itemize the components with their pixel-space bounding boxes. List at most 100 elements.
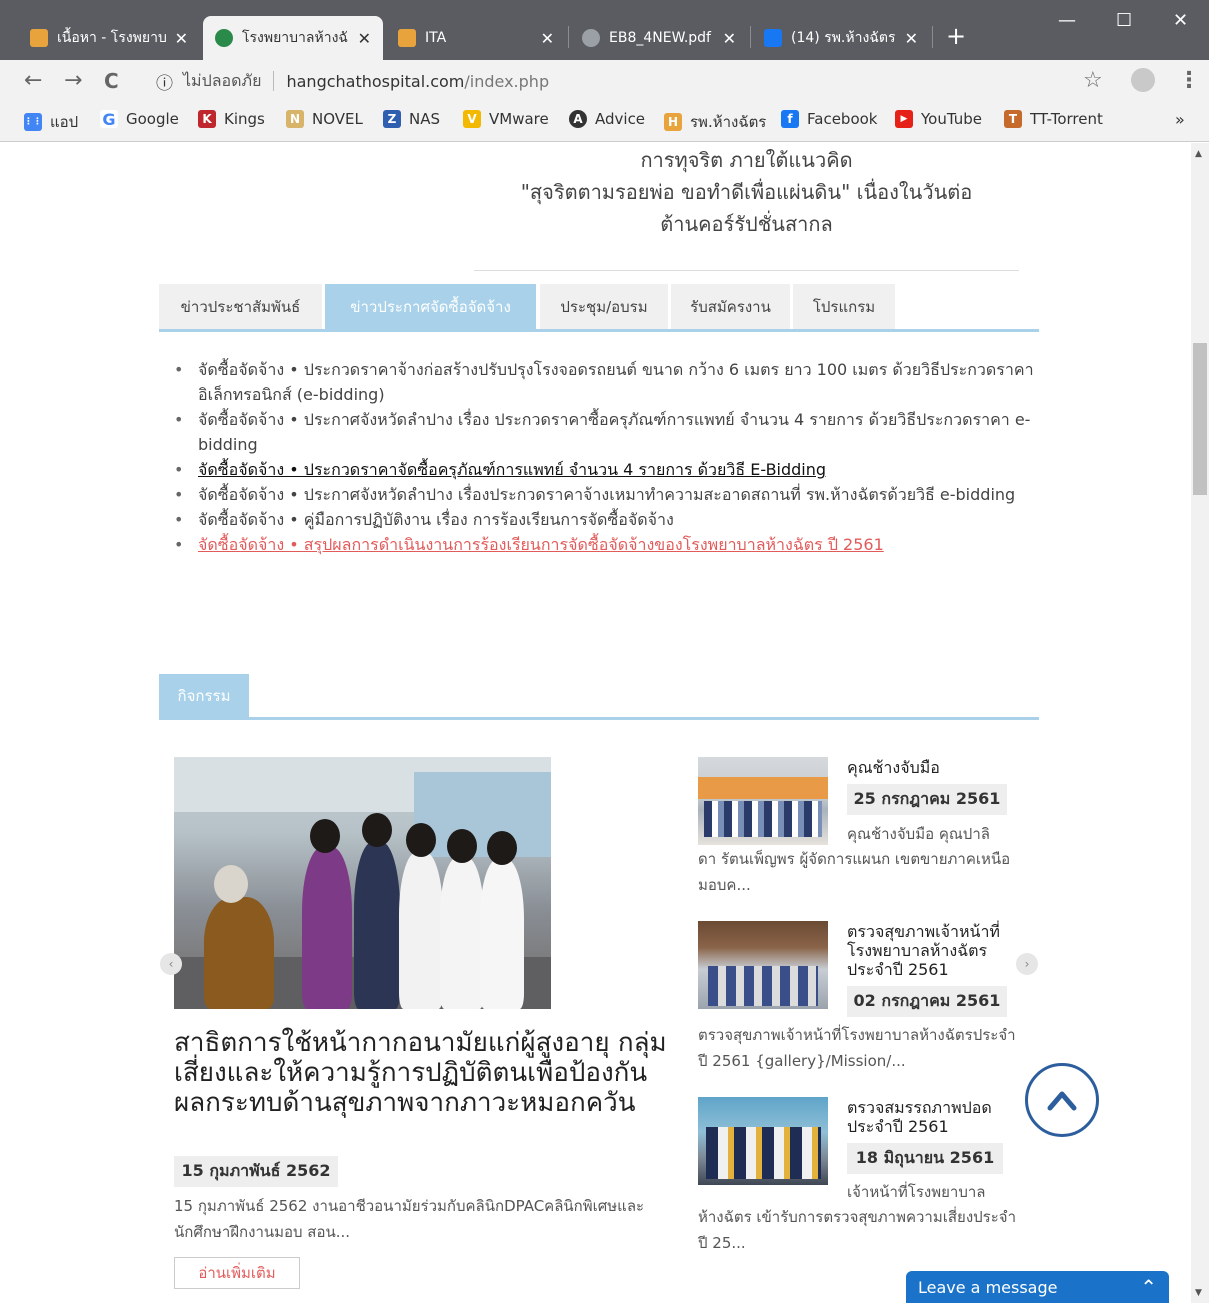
tab-pr-news[interactable]: ข่าวประชาสัมพันธ์ [159, 284, 323, 329]
bookmark-label: Facebook [807, 110, 878, 128]
intro-line-3: ต้านคอร์รัปชั่นสากล [660, 212, 833, 236]
maximize-button[interactable]: ☐ [1116, 10, 1132, 31]
bookmark-label: TT-Torrent [1030, 110, 1103, 128]
tab-close-icon[interactable]: ✕ [175, 29, 188, 48]
side-activity-excerpt: ดา รัตนเพ็ญพร ผู้จัดการแผนก เขตขายภาคเหน… [698, 850, 1011, 894]
reload-button[interactable]: C [104, 69, 119, 93]
bookmark-label: NAS [409, 110, 441, 128]
photo-head [487, 831, 517, 865]
bookmark-vmware[interactable]: V VMware [463, 110, 549, 128]
side-activity-excerpt: ห้างฉัตร เข้ารับการตรวจสุขภาพความเสี่ยงป… [698, 1208, 1016, 1252]
news-link[interactable]: จัดซื้อจัดจ้าง • สรุปผลการดำเนินงานการร้… [198, 535, 884, 554]
news-link[interactable]: จัดซื้อจัดจ้าง • คู่มือการปฏิบัติงาน เรื… [198, 510, 674, 529]
tab-close-icon[interactable]: ✕ [905, 29, 918, 48]
procurement-news-list: จัดซื้อจัดจ้าง • ประกวดราคาจ้างก่อสร้างป… [174, 357, 1039, 557]
bookmark-label: Advice [595, 110, 646, 128]
facebook-favicon-icon [764, 29, 782, 47]
news-link[interactable]: จัดซื้อจัดจ้าง • ประกาศจังหวัดลำปาง เรื่… [198, 485, 1015, 504]
bookmark-label: VMware [489, 110, 549, 128]
side-activity-title[interactable]: คุณช้างจับมือ [847, 758, 1017, 777]
bookmark-label: รพ.ห้างฉัตร [690, 113, 767, 131]
pdf-favicon-icon [582, 29, 600, 47]
browser-menu-icon[interactable]: ⋮ [1178, 68, 1200, 93]
back-to-top-button[interactable] [1025, 1063, 1099, 1137]
chevron-up-icon: ⌃ [1140, 1275, 1157, 1299]
browser-tab[interactable]: เนื้อหา - โรงพยาบ ✕ [18, 16, 200, 60]
browser-tab[interactable]: EB8_4NEW.pdf ✕ [570, 16, 748, 60]
forward-button[interactable]: → [64, 68, 82, 93]
scroll-down-icon[interactable]: ▼ [1195, 1288, 1202, 1298]
bookmarks-overflow-button[interactable]: » [1175, 110, 1185, 129]
activity-main-photo[interactable] [174, 757, 551, 1009]
torrent-icon: T [1004, 110, 1022, 128]
news-link[interactable]: จัดซื้อจัดจ้าง • ประกวดราคาจ้างก่อสร้างป… [198, 360, 1034, 404]
side-activity-thumb[interactable] [698, 921, 828, 1009]
activity-main-title[interactable]: สาธิตการใช้หน้ากากอนามัยแก่ผู้สูงอายุ กล… [174, 1028, 674, 1118]
chevron-up-icon [1047, 1091, 1077, 1111]
youtube-icon: ▶ [895, 110, 913, 128]
tab-title: ITA [425, 30, 447, 46]
scroll-thumb[interactable] [1193, 343, 1207, 495]
side-activity-thumb[interactable] [698, 1097, 828, 1185]
bookmark-youtube[interactable]: ▶ YouTube [895, 110, 982, 128]
tab-close-icon[interactable]: ✕ [541, 29, 554, 48]
photo-head [362, 813, 392, 847]
page-scrollbar[interactable]: ▲ ▼ [1191, 143, 1209, 1303]
list-item: จัดซื้อจัดจ้าง • คู่มือการปฏิบัติงาน เรื… [174, 507, 1039, 532]
side-activity-date: 18 มิถุนายน 2561 [847, 1143, 1003, 1174]
url-host: hangchathospital.com [286, 71, 465, 91]
facebook-icon: f [781, 110, 799, 128]
tab-title: โรงพยาบาลห้างฉั [242, 30, 348, 46]
news-link[interactable]: จัดซื้อจัดจ้าง • ประกวดราคาจัดซื้อครุภัณ… [198, 460, 826, 479]
new-tab-button[interactable]: + [946, 22, 966, 50]
profile-avatar[interactable] [1131, 68, 1155, 92]
bookmark-google[interactable]: G Google [100, 110, 179, 129]
chat-widget[interactable]: Leave a message ⌃ [906, 1271, 1169, 1303]
photo-person [480, 859, 524, 1009]
side-activity-title[interactable]: ตรวจสุขภาพเจ้าหน้าที่โรงพยาบาลห้างฉัตร ป… [847, 922, 1019, 979]
apps-icon: ⋮⋮ [24, 113, 42, 131]
news-link[interactable]: จัดซื้อจัดจ้าง • ประกาศจังหวัดลำปาง เรื่… [198, 410, 1030, 454]
list-item: จัดซื้อจัดจ้าง • ประกวดราคาจัดซื้อครุภัณ… [174, 457, 1039, 482]
bookmark-advice[interactable]: A Advice [569, 110, 645, 128]
tab-procurement[interactable]: ข่าวประกาศจัดซื้อจัดจ้าง [325, 284, 537, 329]
browser-tab-active[interactable]: โรงพยาบาลห้างฉั ✕ [203, 16, 383, 60]
photo-person [302, 847, 352, 1009]
scroll-up-icon[interactable]: ▲ [1195, 149, 1202, 159]
tab-activities[interactable]: กิจกรรม [159, 674, 249, 717]
chat-label: Leave a message [918, 1277, 1058, 1297]
address-bar[interactable]: ⓘ ไม่ปลอดภัย hangchathospital.com/index.… [148, 66, 1113, 96]
activity-main-date: 15 กุมภาพันธ์ 2562 [174, 1156, 338, 1187]
bookmark-facebook[interactable]: f Facebook [781, 110, 877, 128]
advice-icon: A [569, 110, 587, 128]
side-activity-thumb[interactable] [698, 757, 828, 845]
side-activity-title[interactable]: ตรวจสมรรถภาพปอด ประจำปี 2561 [847, 1098, 1019, 1136]
photo-head [310, 819, 340, 853]
browser-tab[interactable]: ITA ✕ [386, 16, 566, 60]
address-separator [273, 71, 275, 91]
tab-close-icon[interactable]: ✕ [723, 29, 736, 48]
info-icon[interactable]: ⓘ [156, 69, 173, 94]
minimize-button[interactable]: — [1058, 10, 1076, 31]
close-window-button[interactable]: ✕ [1173, 10, 1188, 31]
bookmark-apps[interactable]: ⋮⋮ แอป [24, 110, 78, 134]
carousel-next-button[interactable]: › [1016, 953, 1038, 975]
bookmark-tt-torrent[interactable]: T TT-Torrent [1004, 110, 1103, 128]
carousel-prev-button[interactable]: ‹ [160, 953, 182, 975]
read-more-button[interactable]: อ่านเพิ่มเติม [174, 1257, 300, 1289]
tab-jobs[interactable]: รับสมัครงาน [671, 284, 791, 329]
bookmark-kings[interactable]: K Kings [198, 110, 265, 128]
browser-tab[interactable]: (14) รพ.ห้างฉัตร ✕ [752, 16, 930, 60]
tab-close-icon[interactable]: ✕ [358, 29, 371, 48]
intro-line-2: "สุจริตตามรอยพ่อ ขอทำดีเพื่อแผ่นดิน" เนื… [520, 180, 973, 204]
bookmark-hospital[interactable]: H รพ.ห้างฉัตร [664, 110, 766, 134]
tab-programs[interactable]: โปรแกรม [793, 284, 896, 329]
back-button[interactable]: ← [24, 68, 42, 93]
bookmark-star-icon[interactable]: ☆ [1083, 68, 1103, 93]
bookmark-nas[interactable]: Z NAS [383, 110, 440, 128]
nas-icon: Z [383, 110, 401, 128]
tab-meetings[interactable]: ประชุม/อบรม [540, 284, 669, 329]
google-icon: G [100, 110, 118, 129]
bookmark-novel[interactable]: N NOVEL [286, 110, 363, 128]
list-item: จัดซื้อจัดจ้าง • ประกวดราคาจ้างก่อสร้างป… [174, 357, 1039, 407]
